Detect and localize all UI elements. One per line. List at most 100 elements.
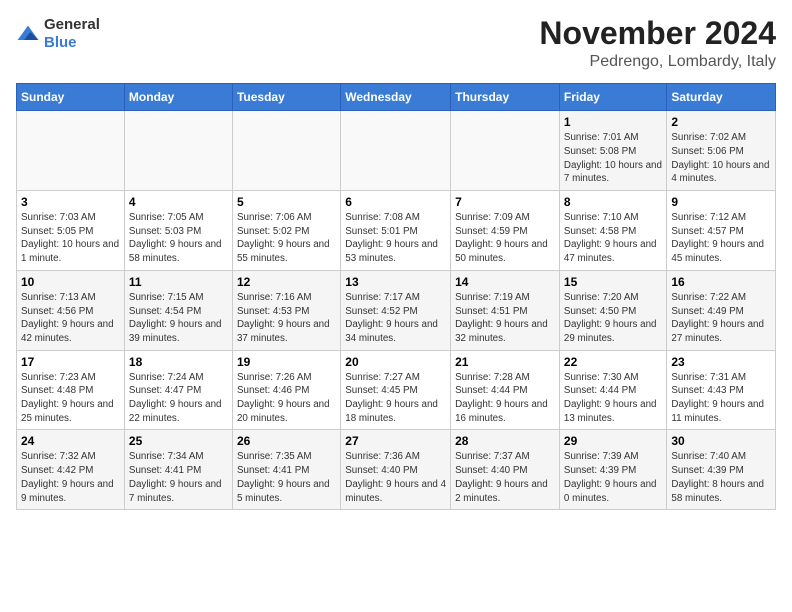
day-number: 17: [21, 355, 120, 369]
logo-blue: Blue: [44, 34, 77, 51]
calendar-cell: 10 Sunrise: 7:13 AM Sunset: 4:56 PM Dayli…: [17, 270, 125, 350]
calendar-cell: 22 Sunrise: 7:30 AM Sunset: 4:44 PM Dayli…: [559, 350, 666, 430]
day-info: Sunrise: 7:09 AM Sunset: 4:59 PM Dayligh…: [455, 211, 555, 266]
weekday-header-wednesday: Wednesday: [341, 84, 451, 111]
day-info: Sunrise: 7:30 AM Sunset: 4:44 PM Dayligh…: [564, 371, 662, 426]
day-number: 13: [345, 275, 446, 289]
day-info: Sunrise: 7:31 AM Sunset: 4:43 PM Dayligh…: [671, 371, 771, 426]
day-number: 9: [671, 195, 771, 209]
calendar-cell: 20 Sunrise: 7:27 AM Sunset: 4:45 PM Dayli…: [341, 350, 451, 430]
calendar-cell: 18 Sunrise: 7:24 AM Sunset: 4:47 PM Dayli…: [124, 350, 232, 430]
calendar-cell: [124, 111, 232, 191]
calendar-cell: 26Sunrise: 7:35 AM Sunset: 4:41 PM Dayli…: [232, 430, 340, 510]
calendar-cell: 9 Sunrise: 7:12 AM Sunset: 4:57 PM Daylig…: [667, 191, 776, 271]
day-number: 28: [455, 434, 555, 448]
calendar-cell: 29 Sunrise: 7:39 AM Sunset: 4:39 PM Dayli…: [559, 430, 666, 510]
day-info: Sunrise: 7:17 AM Sunset: 4:52 PM Dayligh…: [345, 291, 446, 346]
day-info: Sunrise: 7:28 AM Sunset: 4:44 PM Dayligh…: [455, 371, 555, 426]
day-info: Sunrise: 7:16 AM Sunset: 4:53 PM Dayligh…: [237, 291, 336, 346]
weekday-header-thursday: Thursday: [451, 84, 560, 111]
weekday-header-friday: Friday: [559, 84, 666, 111]
logo-general: General: [44, 16, 100, 33]
calendar-cell: [341, 111, 451, 191]
calendar-cell: 15 Sunrise: 7:20 AM Sunset: 4:50 PM Dayli…: [559, 270, 666, 350]
day-info: Sunrise: 7:35 AM Sunset: 4:41 PM Dayligh…: [237, 450, 336, 505]
calendar-cell: [232, 111, 340, 191]
day-info: Sunrise: 7:08 AM Sunset: 5:01 PM Dayligh…: [345, 211, 446, 266]
calendar-cell: 14 Sunrise: 7:19 AM Sunset: 4:51 PM Dayli…: [451, 270, 560, 350]
title-area: November 2024 Pedrengo, Lombardy, Italy: [539, 16, 776, 71]
calendar-cell: 23Sunrise: 7:31 AM Sunset: 4:43 PM Dayli…: [667, 350, 776, 430]
day-number: 15: [564, 275, 662, 289]
calendar-cell: 25Sunrise: 7:34 AM Sunset: 4:41 PM Dayli…: [124, 430, 232, 510]
day-info: Sunrise: 7:19 AM Sunset: 4:51 PM Dayligh…: [455, 291, 555, 346]
day-number: 30: [671, 434, 771, 448]
day-info: Sunrise: 7:03 AM Sunset: 5:05 PM Dayligh…: [21, 211, 120, 266]
day-number: 22: [564, 355, 662, 369]
calendar-cell: 19Sunrise: 7:26 AM Sunset: 4:46 PM Dayli…: [232, 350, 340, 430]
logo: General Blue: [16, 16, 100, 52]
calendar-cell: 17 Sunrise: 7:23 AM Sunset: 4:48 PM Dayli…: [17, 350, 125, 430]
day-info: Sunrise: 7:39 AM Sunset: 4:39 PM Dayligh…: [564, 450, 662, 505]
weekday-header-saturday: Saturday: [667, 84, 776, 111]
calendar-cell: 24 Sunrise: 7:32 AM Sunset: 4:42 PM Dayli…: [17, 430, 125, 510]
day-number: 3: [21, 195, 120, 209]
day-number: 24: [21, 434, 120, 448]
weekday-header-tuesday: Tuesday: [232, 84, 340, 111]
calendar-cell: 6Sunrise: 7:08 AM Sunset: 5:01 PM Daylig…: [341, 191, 451, 271]
calendar-cell: 4 Sunrise: 7:05 AM Sunset: 5:03 PM Daylig…: [124, 191, 232, 271]
calendar-cell: 8 Sunrise: 7:10 AM Sunset: 4:58 PM Daylig…: [559, 191, 666, 271]
day-number: 21: [455, 355, 555, 369]
day-info: Sunrise: 7:22 AM Sunset: 4:49 PM Dayligh…: [671, 291, 771, 346]
day-number: 20: [345, 355, 446, 369]
logo-icon: [16, 24, 40, 44]
calendar-cell: 28 Sunrise: 7:37 AM Sunset: 4:40 PM Dayli…: [451, 430, 560, 510]
location-title: Pedrengo, Lombardy, Italy: [539, 53, 776, 71]
day-number: 4: [129, 195, 228, 209]
day-info: Sunrise: 7:05 AM Sunset: 5:03 PM Dayligh…: [129, 211, 228, 266]
day-info: Sunrise: 7:24 AM Sunset: 4:47 PM Dayligh…: [129, 371, 228, 426]
day-number: 14: [455, 275, 555, 289]
day-number: 16: [671, 275, 771, 289]
day-info: Sunrise: 7:27 AM Sunset: 4:45 PM Dayligh…: [345, 371, 446, 426]
day-info: Sunrise: 7:37 AM Sunset: 4:40 PM Dayligh…: [455, 450, 555, 505]
calendar-cell: 7 Sunrise: 7:09 AM Sunset: 4:59 PM Daylig…: [451, 191, 560, 271]
day-info: Sunrise: 7:20 AM Sunset: 4:50 PM Dayligh…: [564, 291, 662, 346]
day-info: Sunrise: 7:23 AM Sunset: 4:48 PM Dayligh…: [21, 371, 120, 426]
calendar-cell: 13 Sunrise: 7:17 AM Sunset: 4:52 PM Dayli…: [341, 270, 451, 350]
day-number: 18: [129, 355, 228, 369]
day-info: Sunrise: 7:06 AM Sunset: 5:02 PM Dayligh…: [237, 211, 336, 266]
calendar-cell: 5 Sunrise: 7:06 AM Sunset: 5:02 PM Daylig…: [232, 191, 340, 271]
day-info: Sunrise: 7:10 AM Sunset: 4:58 PM Dayligh…: [564, 211, 662, 266]
day-number: 29: [564, 434, 662, 448]
day-info: Sunrise: 7:36 AM Sunset: 4:40 PM Dayligh…: [345, 450, 446, 505]
day-info: Sunrise: 7:01 AM Sunset: 5:08 PM Dayligh…: [564, 131, 662, 186]
day-number: 5: [237, 195, 336, 209]
day-number: 8: [564, 195, 662, 209]
day-number: 11: [129, 275, 228, 289]
calendar-cell: 2 Sunrise: 7:02 AM Sunset: 5:06 PM Daylig…: [667, 111, 776, 191]
calendar-table: SundayMondayTuesdayWednesdayThursdayFrid…: [16, 83, 776, 510]
day-number: 19: [237, 355, 336, 369]
header: General Blue November 2024 Pedrengo, Lom…: [16, 16, 776, 71]
calendar-cell: 27 Sunrise: 7:36 AM Sunset: 4:40 PM Dayli…: [341, 430, 451, 510]
day-info: Sunrise: 7:13 AM Sunset: 4:56 PM Dayligh…: [21, 291, 120, 346]
month-title: November 2024: [539, 16, 776, 51]
day-number: 25: [129, 434, 228, 448]
day-number: 27: [345, 434, 446, 448]
day-number: 2: [671, 115, 771, 129]
calendar-cell: [451, 111, 560, 191]
day-info: Sunrise: 7:02 AM Sunset: 5:06 PM Dayligh…: [671, 131, 771, 186]
calendar-cell: 1 Sunrise: 7:01 AM Sunset: 5:08 PM Daylig…: [559, 111, 666, 191]
calendar-cell: 12 Sunrise: 7:16 AM Sunset: 4:53 PM Dayli…: [232, 270, 340, 350]
day-info: Sunrise: 7:40 AM Sunset: 4:39 PM Dayligh…: [671, 450, 771, 505]
day-number: 7: [455, 195, 555, 209]
day-number: 1: [564, 115, 662, 129]
calendar-cell: 30 Sunrise: 7:40 AM Sunset: 4:39 PM Dayli…: [667, 430, 776, 510]
day-number: 10: [21, 275, 120, 289]
weekday-header-monday: Monday: [124, 84, 232, 111]
day-info: Sunrise: 7:32 AM Sunset: 4:42 PM Dayligh…: [21, 450, 120, 505]
day-number: 12: [237, 275, 336, 289]
day-info: Sunrise: 7:15 AM Sunset: 4:54 PM Dayligh…: [129, 291, 228, 346]
day-info: Sunrise: 7:12 AM Sunset: 4:57 PM Dayligh…: [671, 211, 771, 266]
